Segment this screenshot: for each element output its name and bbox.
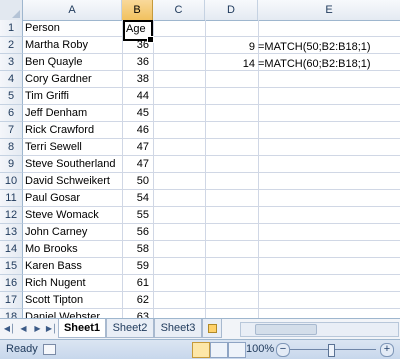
row-header[interactable]: 16 [0,275,23,292]
column-header-c[interactable]: C [153,0,205,20]
cell-b1: Age [126,23,146,35]
column-header-d[interactable]: D [205,0,258,20]
row-header[interactable]: 5 [0,88,23,105]
horizontal-scrollbar[interactable] [240,322,399,337]
cell-d3[interactable]: 14 [205,55,255,73]
first-sheet-icon[interactable]: ◀│ [3,322,16,336]
cell-b12[interactable]: 55 [123,207,149,225]
cell-a2[interactable]: Martha Roby [25,37,120,55]
cell-a14[interactable]: Mo Brooks [25,241,120,259]
tab-sheet1[interactable]: Sheet1 [58,319,106,338]
cell-b6[interactable]: 45 [123,105,149,123]
cell-a7[interactable]: Rick Crawford [25,122,120,140]
cell-a8[interactable]: Terri Sewell [25,139,120,157]
zoom-slider-knob[interactable] [328,344,335,357]
cell-a3[interactable]: Ben Quayle [25,54,120,72]
column-header-e[interactable]: E [258,0,400,20]
row-header[interactable]: 6 [0,105,23,122]
cell-b17[interactable]: 62 [123,292,149,310]
cell-b14[interactable]: 58 [123,241,149,259]
row-header[interactable]: 9 [0,156,23,173]
cell-b10[interactable]: 50 [123,173,149,191]
cell-a15[interactable]: Karen Bass [25,258,120,276]
column-header-b[interactable]: B [122,0,153,20]
cell-a12[interactable]: Steve Womack [25,207,120,225]
cell-b4[interactable]: 38 [123,71,149,89]
zoom-in-button[interactable]: + [380,343,394,357]
cell-b11[interactable]: 54 [123,190,149,208]
select-all-icon [12,10,20,18]
cell-b3[interactable]: 36 [123,54,149,72]
normal-view-icon[interactable] [192,342,210,358]
row-header[interactable]: 4 [0,71,23,88]
last-sheet-icon[interactable]: ▶│ [45,322,58,336]
fill-handle[interactable] [147,36,154,43]
zoom-level[interactable]: 100% [246,340,274,359]
page-layout-view-icon[interactable] [210,342,228,358]
cell-b9[interactable]: 47 [123,156,149,174]
prev-sheet-icon[interactable]: ◀ [17,322,30,336]
cell-a16[interactable]: Rich Nugent [25,275,120,293]
row-header[interactable]: 8 [0,139,23,156]
cell-b13[interactable]: 56 [123,224,149,242]
cell-d2[interactable]: 9 [205,38,255,56]
cell-b8[interactable]: 47 [123,139,149,157]
row-header[interactable]: 3 [0,54,23,71]
column-header-a[interactable]: A [23,0,122,20]
row-header[interactable]: 12 [0,207,23,224]
cell-a4[interactable]: Cory Gardner [25,71,120,89]
row-header[interactable]: 11 [0,190,23,207]
tab-sheet2[interactable]: Sheet2 [106,319,154,338]
cell-a9[interactable]: Steve Southerland [25,156,120,174]
zoom-out-button[interactable]: − [276,343,290,357]
cell-b15[interactable]: 59 [123,258,149,276]
cell-e3[interactable]: =MATCH(60;B2:B18;1) [258,55,371,73]
cell-a5[interactable]: Tim Griffi [25,88,120,106]
insert-sheet-icon[interactable] [202,319,222,338]
cell-a1[interactable]: Person [25,20,120,38]
status-ready: Ready [6,343,38,355]
cell-a18[interactable]: Daniel Webster [25,309,120,318]
status-bar: Ready 100% − + [0,339,400,359]
row-header[interactable]: 2 [0,37,23,54]
cell-b18[interactable]: 63 [123,309,149,318]
page-break-view-icon[interactable] [228,342,246,358]
row-header[interactable]: 1 [0,20,23,37]
column-header-row: A B C D E [0,0,400,21]
scrollbar-thumb[interactable] [255,324,317,335]
select-all-corner[interactable] [0,0,23,20]
cell-e2[interactable]: =MATCH(50;B2:B18;1) [258,38,371,56]
next-sheet-icon[interactable]: ▶ [31,322,44,336]
row-header[interactable]: 18 [0,309,23,318]
row-header[interactable]: 14 [0,241,23,258]
row-header[interactable]: 13 [0,224,23,241]
cell-a10[interactable]: David Schweikert [25,173,120,191]
row-header[interactable]: 17 [0,292,23,309]
cell-a17[interactable]: Scott Tipton [25,292,120,310]
cell-a13[interactable]: John Carney [25,224,120,242]
cell-a6[interactable]: Jeff Denham [25,105,120,123]
cell-b7[interactable]: 46 [123,122,149,140]
tab-sheet3[interactable]: Sheet3 [154,319,202,338]
sheet-tab-bar: ◀│ ◀ ▶ ▶│ Sheet1 Sheet2 Sheet3 [0,318,400,339]
cell-b16[interactable]: 61 [123,275,149,293]
row-header[interactable]: 10 [0,173,23,190]
cell-b5[interactable]: 44 [123,88,149,106]
spreadsheet-grid[interactable]: A B C D E 1 2 3 4 5 6 7 8 9 10 11 12 13 14 15 16 17 18 Pe… [0,0,400,318]
row-header[interactable]: 7 [0,122,23,139]
macro-record-icon[interactable] [43,344,56,355]
row-header[interactable]: 15 [0,258,23,275]
cell-a11[interactable]: Paul Gosar [25,190,120,208]
